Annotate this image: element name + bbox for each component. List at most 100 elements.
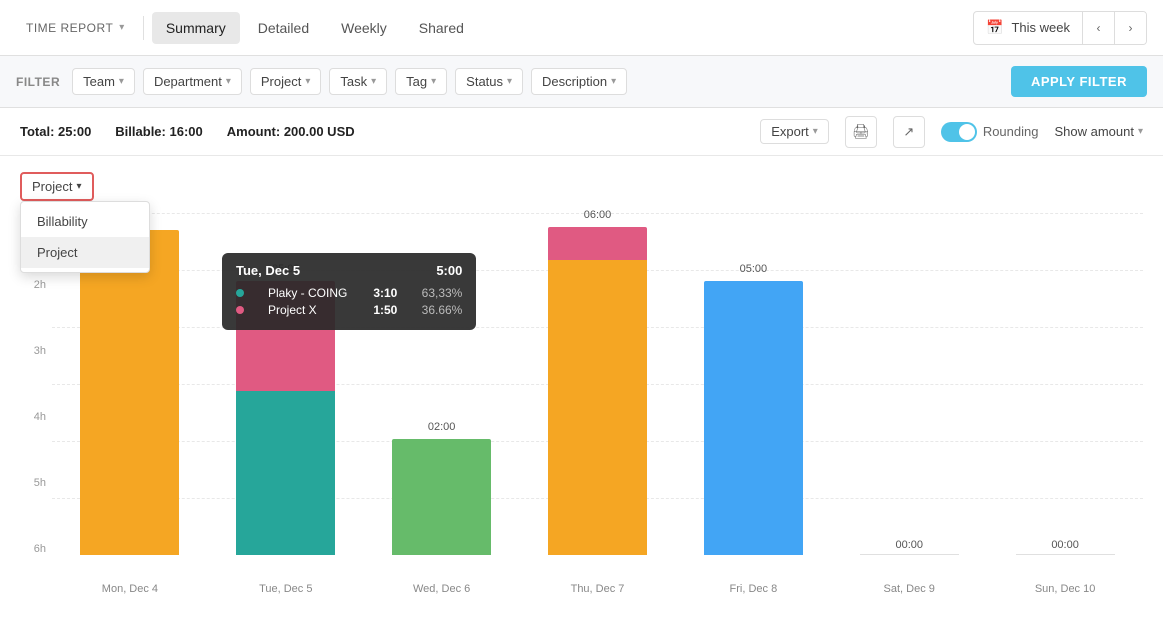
summary-right: Export ▾ 🖨 ↗ Rounding Show amount ▾ <box>760 116 1143 148</box>
bar-sun[interactable] <box>1016 554 1115 555</box>
bar-top-label-fri: 05:00 <box>740 263 768 275</box>
date-next-button[interactable]: › <box>1114 12 1146 44</box>
dropdown-item-project[interactable]: Project <box>21 237 149 268</box>
x-label-sat: Sat, Dec 9 <box>831 583 987 595</box>
chart-inner: 6h 5h 4h 3h 2h 1h <box>20 213 1143 579</box>
chevron-down-icon: ▾ <box>305 76 310 87</box>
bar-thu-top <box>548 227 647 260</box>
project-dropdown: Project ▾ Billability Project <box>20 172 94 201</box>
chevron-down-icon: ▾ <box>226 76 231 87</box>
x-label-mon: Mon, Dec 4 <box>52 583 208 595</box>
tab-shared[interactable]: Shared <box>405 12 478 44</box>
date-picker: 📅 This week ‹ › <box>973 11 1147 45</box>
filter-description[interactable]: Description ▾ <box>531 68 627 95</box>
chevron-down-icon: ▾ <box>1138 126 1143 137</box>
filter-department[interactable]: Department ▾ <box>143 68 242 95</box>
bar-chart: 6h 5h 4h 3h 2h 1h <box>20 213 1143 595</box>
print-button[interactable]: 🖨 <box>845 116 877 148</box>
tab-weekly[interactable]: Weekly <box>327 12 401 44</box>
y-label-4h: 4h <box>20 411 46 423</box>
amount-label: Amount: <box>227 124 280 139</box>
bar-tue[interactable] <box>236 281 335 555</box>
bar-thu-bottom <box>548 260 647 555</box>
bar-thu[interactable] <box>548 227 647 555</box>
filter-status[interactable]: Status ▾ <box>455 68 523 95</box>
time-report-button[interactable]: TIME REPORT ▾ <box>16 15 135 41</box>
summary-bar: Total: 25:00 Billable: 16:00 Amount: 200… <box>0 108 1163 156</box>
filter-project[interactable]: Project ▾ <box>250 68 322 95</box>
time-report-label: TIME REPORT <box>26 21 113 35</box>
share-icon: ↗ <box>903 124 914 140</box>
chevron-down-icon: ▾ <box>431 76 436 87</box>
total-item: Total: 25:00 <box>20 124 91 139</box>
project-dropdown-label: Project <box>32 179 72 194</box>
date-prev-button[interactable]: ‹ <box>1082 12 1114 44</box>
filter-team[interactable]: Team ▾ <box>72 68 135 95</box>
x-label-thu: Thu, Dec 7 <box>520 583 676 595</box>
date-range-text: This week <box>1011 20 1070 35</box>
top-nav: TIME REPORT ▾ Summary Detailed Weekly Sh… <box>0 0 1163 56</box>
chevron-down-icon: ▾ <box>371 76 376 87</box>
amount-value: 200.00 USD <box>284 124 355 139</box>
chevron-down-icon: ▾ <box>611 76 616 87</box>
filter-tag[interactable]: Tag ▾ <box>395 68 447 95</box>
chevron-down-icon: ▾ <box>119 22 125 33</box>
rounding-toggle-row: Rounding <box>941 122 1039 142</box>
export-label: Export <box>771 124 809 139</box>
chevron-down-icon: ▾ <box>507 76 512 87</box>
apply-filter-button[interactable]: APPLY FILTER <box>1011 66 1147 97</box>
bar-top-label-sun: 00:00 <box>1051 539 1079 551</box>
y-label-2h: 2h <box>20 279 46 291</box>
bar-mon[interactable] <box>80 230 179 555</box>
filter-label: FILTER <box>16 75 60 89</box>
nav-divider <box>143 16 144 40</box>
rounding-label: Rounding <box>983 124 1039 139</box>
y-label-5h: 5h <box>20 477 46 489</box>
bar-sat[interactable] <box>860 554 959 555</box>
total-value: 25:00 <box>58 124 91 139</box>
tab-summary[interactable]: Summary <box>152 12 240 44</box>
filter-task[interactable]: Task ▾ <box>329 68 387 95</box>
total-label: Total: <box>20 124 54 139</box>
bars-grid-container: 06:00 05:00 0 <box>52 213 1143 579</box>
chevron-down-icon: ▾ <box>76 181 81 192</box>
bar-top-label-thu: 06:00 <box>584 209 612 221</box>
tab-detailed[interactable]: Detailed <box>244 12 323 44</box>
x-axis: Mon, Dec 4 Tue, Dec 5 Wed, Dec 6 Thu, De… <box>20 583 1143 595</box>
chevron-down-icon: ▾ <box>119 76 124 87</box>
rounding-toggle[interactable] <box>941 122 977 142</box>
chevron-down-icon: ▾ <box>813 126 818 137</box>
bar-top-label-tue: 05:00 <box>272 263 300 275</box>
app-container: TIME REPORT ▾ Summary Detailed Weekly Sh… <box>0 0 1163 630</box>
show-amount-button[interactable]: Show amount ▾ <box>1054 124 1143 139</box>
share-button[interactable]: ↗ <box>893 116 925 148</box>
date-picker-inner[interactable]: 📅 This week <box>974 13 1082 42</box>
billable-item: Billable: 16:00 <box>115 124 202 139</box>
dropdown-item-billability[interactable]: Billability <box>21 206 149 237</box>
x-label-tue: Tue, Dec 5 <box>208 583 364 595</box>
bar-group-wed: 02:00 <box>364 213 520 555</box>
y-label-6h: 6h <box>20 543 46 555</box>
export-button[interactable]: Export ▾ <box>760 119 829 144</box>
calendar-icon: 📅 <box>986 19 1003 36</box>
billable-value: 16:00 <box>170 124 203 139</box>
bar-fri[interactable] <box>704 281 803 555</box>
amount-item: Amount: 200.00 USD <box>227 124 355 139</box>
bar-tue-top <box>236 281 335 390</box>
chart-controls: Project ▾ Billability Project <box>20 172 1143 201</box>
bars-row: 06:00 05:00 0 <box>52 213 1143 555</box>
bar-group-sun: 00:00 <box>987 213 1143 555</box>
tabs-container: Summary Detailed Weekly Shared <box>152 12 478 44</box>
bar-tue-bottom <box>236 391 335 555</box>
x-label-sun: Sun, Dec 10 <box>987 583 1143 595</box>
chart-area: Project ▾ Billability Project 6h 5h 4h 3… <box>0 156 1163 630</box>
bar-top-label-sat: 00:00 <box>895 539 923 551</box>
y-label-3h: 3h <box>20 345 46 357</box>
toggle-thumb <box>959 124 975 140</box>
x-label-fri: Fri, Dec 8 <box>675 583 831 595</box>
project-dropdown-button[interactable]: Project ▾ <box>20 172 94 201</box>
bar-group-tue: 05:00 <box>208 213 364 555</box>
bar-wed[interactable] <box>392 439 491 555</box>
print-icon: 🖨 <box>852 123 870 140</box>
bar-top-label-wed: 02:00 <box>428 421 456 433</box>
